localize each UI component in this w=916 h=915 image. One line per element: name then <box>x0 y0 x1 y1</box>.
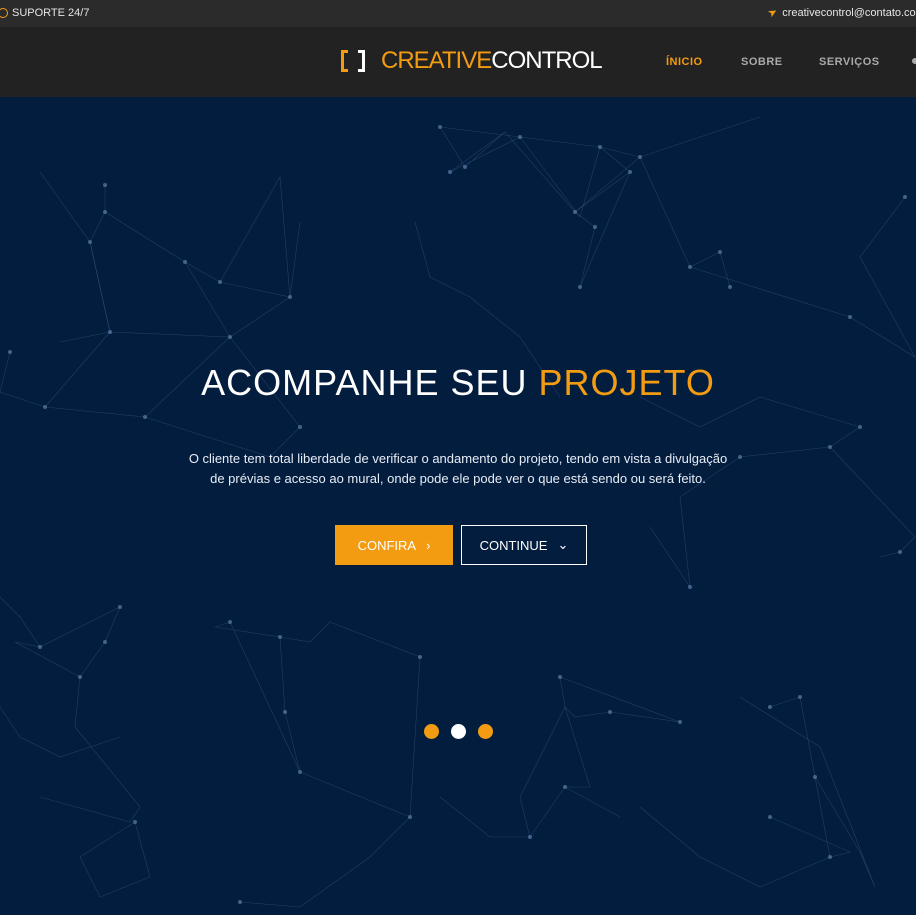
confira-button[interactable]: CONFIRA › <box>335 525 453 565</box>
hero-description: O cliente tem total liberdade de verific… <box>188 451 728 486</box>
continue-button[interactable]: CONTINUE ⌄ <box>461 525 587 565</box>
nav-item-inicio[interactable]: ÍNICIO <box>666 56 703 68</box>
main-navbar: CREATIVECONTROL ÍNICIO SOBRE SERVIÇOS <box>0 27 916 97</box>
headline-accent: PROJETO <box>538 362 715 403</box>
brand-name: CREATIVECONTROL <box>381 47 603 74</box>
nav-item-more[interactable] <box>912 58 916 64</box>
headline-main: ACOMPANHE SEU <box>201 362 528 403</box>
bracket-logo-icon <box>341 50 365 72</box>
hero-slider: ACOMPANHE SEU PROJETO O cliente tem tota… <box>0 97 916 915</box>
hero-headline: ACOMPANHE SEU PROJETO <box>0 362 916 404</box>
nav-item-servicos[interactable]: SERVIÇOS <box>819 56 880 68</box>
slider-pagination <box>424 724 493 739</box>
brand-word-creative: CREATIVE <box>381 47 492 74</box>
chevron-right-icon: › <box>426 537 431 553</box>
brand-word-control: CONTROL <box>491 47 602 74</box>
network-background <box>0 116 916 908</box>
chevron-down-icon: ⌄ <box>557 537 569 552</box>
brand-logo[interactable]: CREATIVECONTROL <box>341 47 603 74</box>
slide-dot-2[interactable] <box>451 724 466 739</box>
paper-plane-icon: ➤ <box>765 5 780 21</box>
support-label: SUPORTE 24/7 <box>12 7 90 19</box>
nav-item-sobre[interactable]: SOBRE <box>741 56 783 68</box>
slide-dot-1[interactable] <box>424 724 439 739</box>
clock-icon <box>0 8 8 18</box>
continue-label: CONTINUE <box>479 537 548 553</box>
email-link[interactable]: creativecontrol@contato.co <box>782 7 915 19</box>
top-info-bar: SUPORTE 24/7 ➤ creativecontrol@contato.c… <box>0 0 916 27</box>
email-info[interactable]: ➤ creativecontrol@contato.co <box>765 5 916 21</box>
slide-dot-3[interactable] <box>478 724 493 739</box>
confira-label: CONFIRA <box>357 537 417 553</box>
support-info: SUPORTE 24/7 <box>0 7 89 19</box>
